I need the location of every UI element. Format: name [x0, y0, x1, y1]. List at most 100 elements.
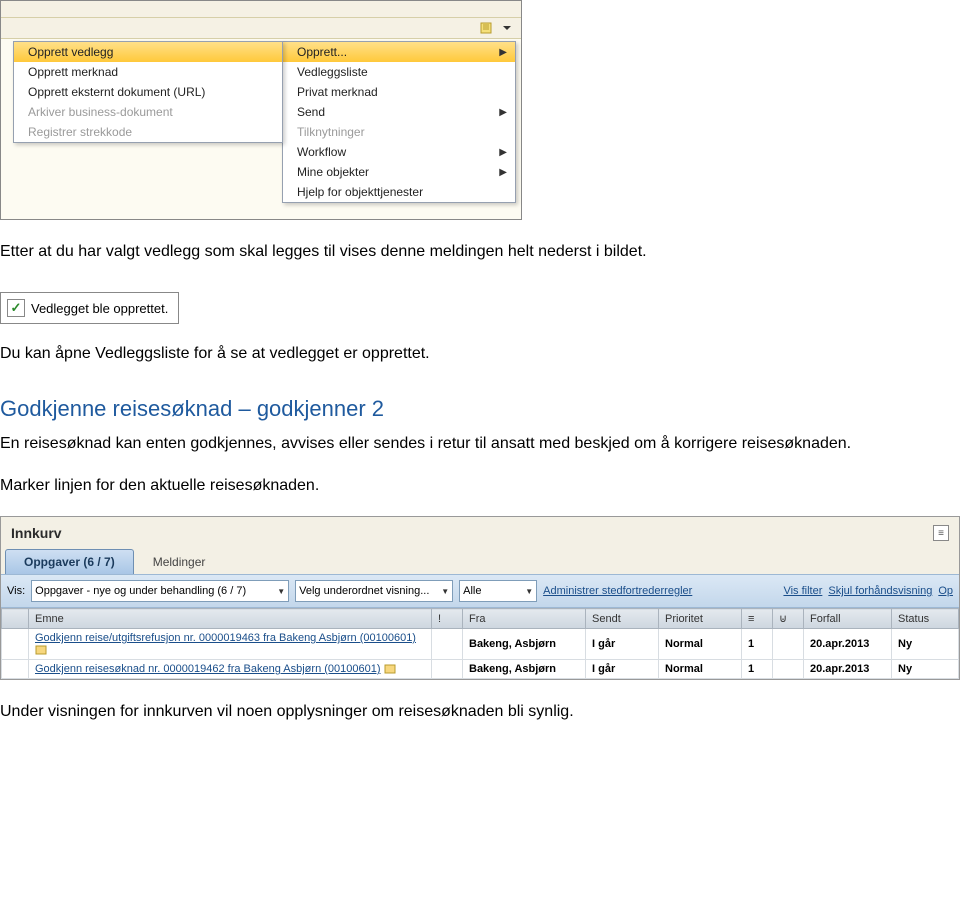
row-fra: Bakeng, Asbjørn [463, 660, 586, 679]
select-value: Velg underordnet visning... [299, 585, 429, 597]
tab-oppgaver[interactable]: Oppgaver (6 / 7) [5, 549, 134, 574]
link-op[interactable]: Op [938, 585, 953, 597]
menu-item-opprett[interactable]: Opprett... ▶ [283, 42, 515, 62]
row-prioritet: Normal [659, 660, 742, 679]
note-icon [384, 664, 396, 674]
menu-item-label: Hjelp for objekttjenester [297, 185, 423, 199]
innkurv-filter-bar: Vis: Oppgaver - nye og under behandling … [1, 574, 959, 608]
submenu-arrow-icon: ▶ [499, 147, 507, 158]
innkurv-title: Innkurv [11, 525, 62, 541]
submenu-arrow-icon: ▶ [499, 47, 507, 58]
col-forfall[interactable]: Forfall [804, 609, 892, 629]
attachment-icon[interactable] [479, 20, 495, 36]
table-row[interactable]: Godkjenn reisesøknad nr. 0000019462 fra … [2, 660, 959, 679]
link-skjul-forhand[interactable]: Skjul forhåndsvisning [828, 585, 932, 597]
row-emne: Godkjenn reise/utgiftsrefusjon nr. 00000… [29, 629, 432, 660]
collapse-icon[interactable]: ≡ [933, 525, 949, 541]
filter-select-main[interactable]: Oppgaver - nye og under behandling (6 / … [31, 580, 289, 602]
menu-item-hjelp[interactable]: Hjelp for objekttjenester [283, 182, 515, 202]
filter-select-sub[interactable]: Velg underordnet visning... ▼ [295, 580, 453, 602]
context-submenu: Opprett... ▶ Vedleggsliste Privat merkna… [282, 41, 516, 203]
menu-item-label: Privat merknad [297, 85, 378, 99]
row-sortnum: 1 [742, 660, 773, 679]
menu-item-label: Opprett eksternt dokument (URL) [28, 85, 205, 99]
paragraph: En reisesøknad kan enten godkjennes, avv… [0, 432, 960, 456]
col-attach[interactable]: ⊍ [773, 609, 804, 629]
menu-item-opprett-merknad[interactable]: Opprett merknad [14, 62, 282, 82]
innkurv-header: Innkurv ≡ [1, 517, 959, 549]
row-forfall: 20.apr.2013 [804, 629, 892, 660]
menu-item-label: Opprett vedlegg [28, 45, 113, 59]
menu-item-tilknytninger: Tilknytninger [283, 122, 515, 142]
menu-item-mine-objekter[interactable]: Mine objekter ▶ [283, 162, 515, 182]
row-attach [773, 629, 804, 660]
menu-item-opprett-vedlegg[interactable]: Opprett vedlegg [14, 42, 282, 62]
paragraph: Under visningen for innkurven vil noen o… [0, 700, 960, 724]
innkurv-table: Emne ! Fra Sendt Prioritet ≡ ⊍ Forfall S… [1, 608, 959, 679]
table-row[interactable]: Godkjenn reise/utgiftsrefusjon nr. 00000… [2, 629, 959, 660]
dropdown-arrow-icon[interactable] [499, 20, 515, 36]
row-prioritet: Normal [659, 629, 742, 660]
menu-item-label: Send [297, 105, 325, 119]
menu-item-workflow[interactable]: Workflow ▶ [283, 142, 515, 162]
row-status: Ny [892, 660, 959, 679]
col-fra[interactable]: Fra [463, 609, 586, 629]
emne-link[interactable]: Godkjenn reise/utgiftsrefusjon nr. 00000… [35, 632, 416, 644]
row-forfall: 20.apr.2013 [804, 660, 892, 679]
menu-item-label: Opprett merknad [28, 65, 118, 79]
link-administrer[interactable]: Administrer stedfortrederregler [543, 585, 692, 597]
status-text: Vedlegget ble opprettet. [31, 301, 168, 316]
select-value: Oppgaver - nye og under behandling (6 / … [35, 585, 246, 597]
col-blank[interactable] [2, 609, 29, 629]
col-sort[interactable]: ≡ [742, 609, 773, 629]
tab-meldinger[interactable]: Meldinger [134, 549, 225, 574]
vis-label: Vis: [7, 585, 25, 597]
note-icon [35, 645, 47, 655]
col-priority-flag[interactable]: ! [432, 609, 463, 629]
tab-label: Meldinger [153, 555, 206, 569]
menu-item-label: Opprett... [297, 45, 347, 59]
filter-select-all[interactable]: Alle ▼ [459, 580, 537, 602]
menu-item-send[interactable]: Send ▶ [283, 102, 515, 122]
context-menu-area: Opprett... ▶ Vedleggsliste Privat merkna… [1, 38, 521, 219]
innkurv-panel: Innkurv ≡ Oppgaver (6 / 7) Meldinger Vis… [0, 516, 960, 680]
innkurv-tabs: Oppgaver (6 / 7) Meldinger [1, 549, 959, 574]
paragraph: Marker linjen for den aktuelle reisesøkn… [0, 474, 960, 498]
menu-item-opprett-eksternt[interactable]: Opprett eksternt dokument (URL) [14, 82, 282, 102]
context-menu-primary: Opprett vedlegg Opprett merknad Opprett … [13, 41, 283, 143]
emne-link[interactable]: Godkjenn reisesøknad nr. 0000019462 fra … [35, 663, 381, 675]
row-fra: Bakeng, Asbjørn [463, 629, 586, 660]
menu-item-privat-merknad[interactable]: Privat merknad [283, 82, 515, 102]
row-flag [432, 660, 463, 679]
check-icon: ✓ [7, 299, 25, 317]
window-top-strip [1, 1, 521, 18]
row-emne: Godkjenn reisesøknad nr. 0000019462 fra … [29, 660, 432, 679]
paragraph: Du kan åpne Vedleggsliste for å se at ve… [0, 342, 960, 366]
context-menu-screenshot: Opprett... ▶ Vedleggsliste Privat merkna… [0, 0, 522, 220]
menu-item-label: Arkiver business-dokument [28, 105, 173, 119]
menu-item-label: Mine objekter [297, 165, 369, 179]
row-status: Ny [892, 629, 959, 660]
table-header-row: Emne ! Fra Sendt Prioritet ≡ ⊍ Forfall S… [2, 609, 959, 629]
dropdown-arrow-icon: ▼ [525, 587, 533, 596]
toolbar-icons [1, 18, 521, 38]
row-sendt: I går [586, 629, 659, 660]
menu-item-registrer-strekkode: Registrer strekkode [14, 122, 282, 142]
row-sendt: I går [586, 660, 659, 679]
paragraph: Etter at du har valgt vedlegg som skal l… [0, 240, 960, 264]
dropdown-arrow-icon: ▼ [277, 587, 285, 596]
submenu-arrow-icon: ▶ [499, 107, 507, 118]
menu-item-vedleggsliste[interactable]: Vedleggsliste [283, 62, 515, 82]
col-prioritet[interactable]: Prioritet [659, 609, 742, 629]
col-sendt[interactable]: Sendt [586, 609, 659, 629]
col-emne[interactable]: Emne [29, 609, 432, 629]
menu-item-label: Registrer strekkode [28, 125, 132, 139]
row-attach [773, 660, 804, 679]
col-status[interactable]: Status [892, 609, 959, 629]
select-value: Alle [463, 585, 481, 597]
submenu-arrow-icon: ▶ [499, 167, 507, 178]
menu-item-arkiver: Arkiver business-dokument [14, 102, 282, 122]
section-heading: Godkjenne reisesøknad – godkjenner 2 [0, 396, 960, 422]
row-flag [432, 629, 463, 660]
link-vis-filter[interactable]: Vis filter [783, 585, 822, 597]
